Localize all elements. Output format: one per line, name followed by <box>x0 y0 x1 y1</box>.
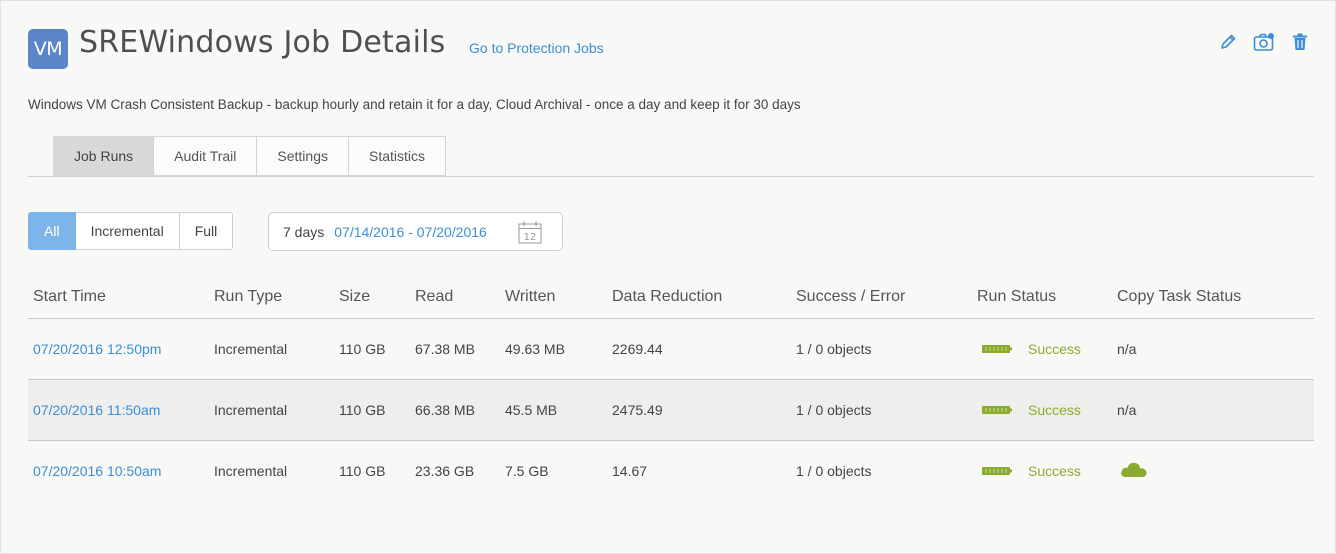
run-type-cell: Incremental <box>209 379 334 441</box>
copy-task-status-cell <box>1112 440 1314 501</box>
table-row: 07/20/2016 12:50pm Incremental 110 GB 67… <box>28 318 1314 380</box>
run-status: Success <box>977 463 1112 479</box>
size-cell: 110 GB <box>339 462 386 479</box>
size-cell: 110 GB <box>334 379 410 441</box>
run-type-cell: Incremental <box>214 462 288 479</box>
header-actions <box>1217 31 1311 53</box>
camera-icon <box>1253 33 1274 51</box>
run-status: Success <box>977 402 1112 418</box>
start-time-cell: 07/20/2016 11:50am <box>28 379 209 441</box>
tab-divider <box>28 176 1314 177</box>
run-type-filter: All Incremental Full <box>28 212 234 250</box>
success-error-cell: 1 / 0 objects <box>791 379 972 441</box>
data-reduction-cell: 2475.49 <box>607 379 791 441</box>
copy-task-status-cell: n/a <box>1112 379 1314 441</box>
job-description: Windows VM Crash Consistent Backup - bac… <box>28 97 801 112</box>
col-run-type[interactable]: Run Type <box>209 277 334 319</box>
vm-badge: VM <box>28 29 68 69</box>
filter-incremental-button[interactable]: Incremental <box>75 212 180 250</box>
calendar-day: 12 <box>524 232 537 243</box>
written-cell: 7.5 GB <box>505 462 549 479</box>
calendar-icon[interactable]: 12 <box>518 221 542 244</box>
tab-job-runs[interactable]: Job Runs <box>53 136 155 176</box>
table-row: 07/20/2016 11:50am Incremental 110 GB 66… <box>28 379 1314 441</box>
run-type-cell: Incremental <box>209 318 334 380</box>
snapshot-button[interactable] <box>1253 31 1275 53</box>
written-cell: 45.5 MB <box>500 379 607 441</box>
run-status: Success <box>977 341 1112 357</box>
table-row: 07/20/2016 10:50am Incremental 110 GB 23… <box>28 440 1314 501</box>
progress-bar-icon <box>982 466 1012 475</box>
success-error-cell: 1 / 0 objects <box>796 462 872 479</box>
run-start-link[interactable]: 07/20/2016 11:50am <box>33 402 160 418</box>
page-title: SREWindows Job Details <box>79 25 446 60</box>
run-status-label: Success <box>1028 340 1081 357</box>
delete-button[interactable] <box>1289 31 1311 53</box>
run-status-label: Success <box>1028 401 1081 418</box>
tab-statistics[interactable]: Statistics <box>349 136 447 176</box>
read-cell: 67.38 MB <box>410 318 500 380</box>
col-written[interactable]: Written <box>500 277 607 319</box>
data-reduction-cell: 14.67 <box>612 462 648 479</box>
copy-task-status-cell: n/a <box>1112 318 1314 380</box>
job-details-panel: VM SREWindows Job Details Go to Protecti… <box>0 0 1336 554</box>
trash-icon <box>1293 33 1307 50</box>
tab-audit-trail[interactable]: Audit Trail <box>154 136 258 176</box>
col-start-time[interactable]: Start Time <box>28 277 209 319</box>
start-time-cell: 07/20/2016 12:50pm <box>28 318 209 380</box>
tab-bar: Job Runs Audit Trail Settings Statistics <box>53 136 447 176</box>
date-range-label: 7 days <box>283 223 325 240</box>
col-size[interactable]: Size <box>334 277 410 319</box>
job-runs-table: Start Time Run Type Size Read Written Da… <box>28 277 1314 501</box>
tab-settings[interactable]: Settings <box>257 136 349 176</box>
table-header-row: Start Time Run Type Size Read Written Da… <box>28 277 1314 319</box>
progress-bar-icon <box>982 344 1012 353</box>
date-range-picker[interactable]: 7 days 07/14/2016 - 07/20/2016 12 <box>268 212 563 251</box>
col-run-status[interactable]: Run Status <box>972 277 1112 319</box>
col-read[interactable]: Read <box>410 277 500 319</box>
filter-all-button[interactable]: All <box>28 212 76 250</box>
date-range-value: 07/14/2016 - 07/20/2016 <box>334 223 487 240</box>
run-start-link[interactable]: 07/20/2016 12:50pm <box>33 341 161 357</box>
col-copy-task-status[interactable]: Copy Task Status <box>1112 277 1314 319</box>
go-to-protection-jobs-link[interactable]: Go to Protection Jobs <box>469 40 604 56</box>
progress-bar-icon <box>982 405 1012 414</box>
size-cell: 110 GB <box>334 318 410 380</box>
run-status-label: Success <box>1028 462 1081 479</box>
run-status-cell: Success <box>972 440 1112 501</box>
cloud-icon[interactable] <box>1119 460 1149 478</box>
filter-full-button[interactable]: Full <box>179 212 234 250</box>
edit-icon <box>1221 34 1236 49</box>
data-reduction-cell: 2269.44 <box>607 318 791 380</box>
success-error-cell: 1 / 0 objects <box>791 318 972 380</box>
col-success-error[interactable]: Success / Error <box>791 277 972 319</box>
read-cell: 66.38 MB <box>410 379 500 441</box>
col-data-reduction[interactable]: Data Reduction <box>607 277 791 319</box>
run-start-link[interactable]: 07/20/2016 10:50am <box>33 463 161 479</box>
read-cell: 23.36 GB <box>415 462 475 479</box>
start-time-cell: 07/20/2016 10:50am <box>28 440 209 501</box>
run-status-cell: Success <box>972 379 1112 441</box>
edit-button[interactable] <box>1217 31 1239 53</box>
run-status-cell: Success <box>972 318 1112 380</box>
written-cell: 49.63 MB <box>500 318 607 380</box>
